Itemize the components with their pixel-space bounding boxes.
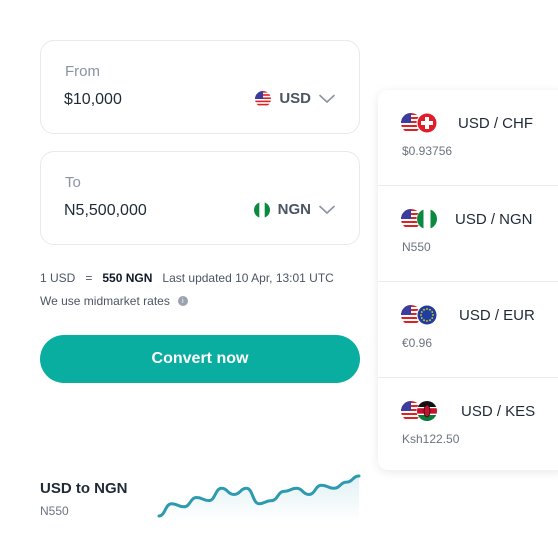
us-ch-flags-icon — [401, 112, 438, 134]
rate-base: 1 USD — [40, 271, 76, 285]
pair-price: N550 — [402, 240, 431, 254]
rate-line: 1 USD = 550 NGN Last updated 10 Apr, 13:… — [40, 271, 334, 285]
convert-now-button[interactable]: Convert now — [40, 335, 360, 383]
midmarket-note: We use midmarket rates i — [40, 294, 188, 308]
pair-price: €0.96 — [402, 336, 433, 350]
pair-name: USD / KES — [461, 403, 536, 420]
sparkline-area — [159, 476, 359, 522]
pair-price: Ksh122.50 — [402, 432, 460, 446]
us-flag-icon — [255, 90, 272, 107]
us-ng-flags-icon — [401, 208, 438, 230]
chevron-down-icon — [319, 205, 335, 214]
sparkline-chart — [157, 474, 361, 522]
pair-row-usd-chf[interactable]: USD / CHF $0.93756 — [378, 90, 558, 186]
midmarket-text: We use midmarket rates — [40, 294, 170, 308]
from-currency-select[interactable]: USD — [255, 90, 335, 107]
trend-title: USD to NGN — [40, 480, 128, 497]
from-currency-code: USD — [279, 90, 311, 107]
to-currency-select[interactable]: NGN — [253, 201, 335, 218]
pair-row-usd-ngn[interactable]: USD / NGN N550 — [378, 186, 558, 282]
from-label: From — [65, 63, 100, 80]
from-field[interactable]: From $10,000 USD — [40, 40, 360, 134]
us-eu-flags-icon — [401, 304, 438, 326]
ng-flag-icon — [253, 201, 270, 218]
rate-equals: = — [85, 271, 93, 285]
pair-price: $0.93756 — [402, 144, 453, 158]
to-label: To — [65, 174, 81, 191]
pair-row-usd-kes[interactable]: USD / KES Ksh122.50 — [378, 378, 558, 474]
rate-value: 550 NGN — [102, 271, 153, 285]
info-icon[interactable]: i — [177, 296, 188, 306]
chevron-down-icon — [319, 94, 335, 103]
rate-updated: Last updated 10 Apr, 13:01 UTC — [162, 271, 334, 285]
to-amount-input[interactable]: N5,500,000 — [64, 202, 147, 220]
trend-value: N550 — [40, 504, 69, 518]
pair-name: USD / EUR — [459, 307, 535, 324]
pair-row-usd-eur[interactable]: USD / EUR €0.96 — [378, 282, 558, 378]
us-ke-flags-icon — [401, 400, 438, 422]
from-amount-input[interactable]: $10,000 — [64, 91, 122, 109]
pair-name: USD / CHF — [458, 115, 533, 132]
to-field[interactable]: To N5,500,000 NGN — [40, 151, 360, 245]
currency-pairs-panel: USD / CHF $0.93756 USD / NGN N550 USD / … — [378, 90, 558, 470]
pair-name: USD / NGN — [455, 211, 533, 228]
to-currency-code: NGN — [277, 201, 311, 218]
